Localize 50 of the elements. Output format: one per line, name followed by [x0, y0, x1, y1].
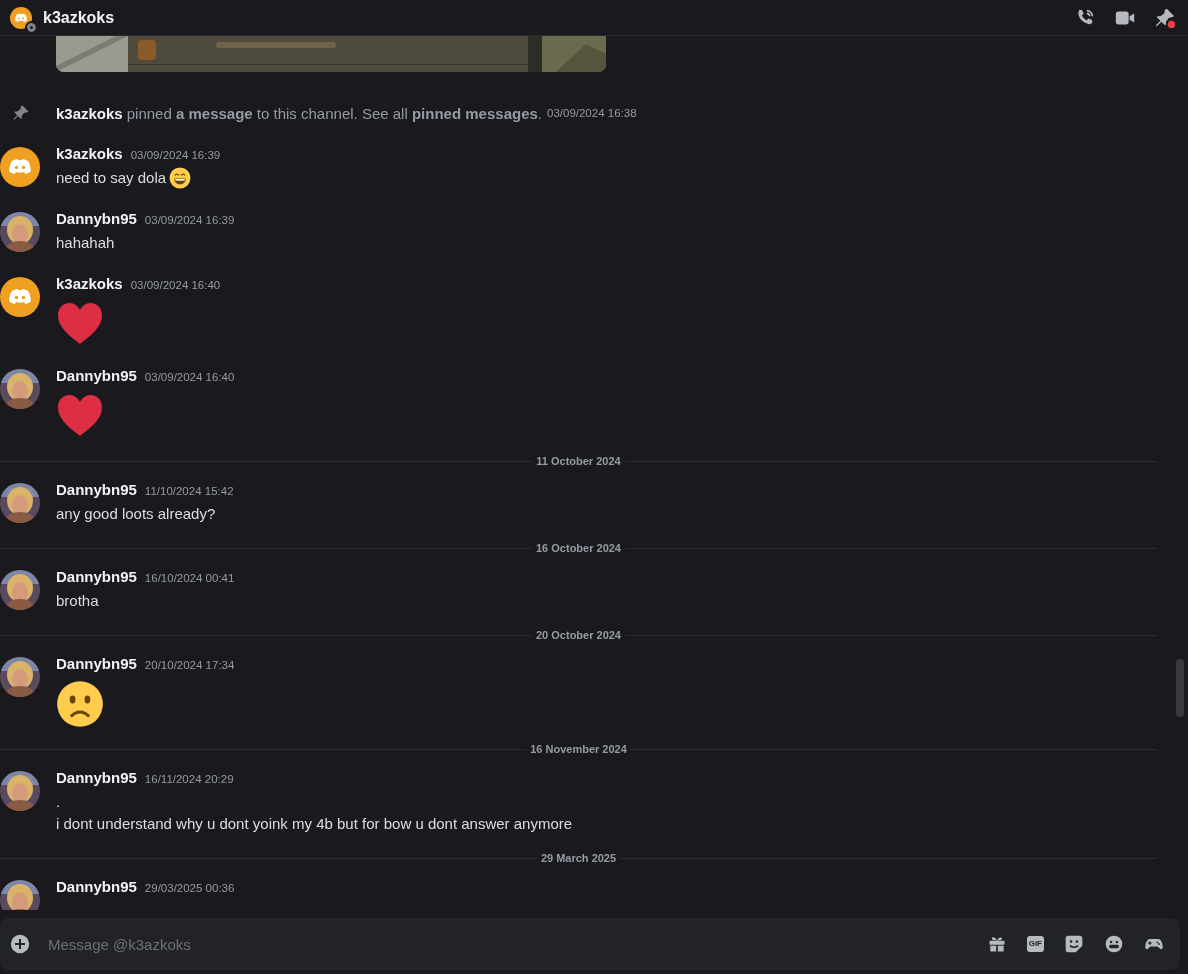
username[interactable]: Dannybn95 [56, 655, 137, 672]
pin-icon [12, 104, 30, 122]
avatar[interactable] [0, 771, 40, 811]
system-message: pinned a message to this channel. See all pinned messages. [126, 104, 542, 122]
username[interactable]: Dannybn95 [56, 481, 137, 498]
gif-button[interactable]: GIF [1026, 936, 1044, 952]
username[interactable]: k3azkoks [56, 145, 123, 162]
timestamp: 16/11/2024 20:29 [144, 773, 234, 785]
avatar[interactable] [0, 147, 40, 187]
timestamp: 03/09/2024 16:39 [130, 149, 221, 161]
username[interactable]: Dannybn95 [56, 210, 137, 227]
frowning-emoji [56, 680, 104, 728]
avatar[interactable] [0, 880, 40, 910]
avatar[interactable] [0, 570, 40, 610]
channel-title: k3azkoks [43, 8, 115, 27]
username[interactable]: Dannybn95 [56, 769, 137, 786]
sticker-icon[interactable] [1064, 934, 1084, 954]
avatar[interactable] [0, 483, 40, 523]
timestamp: 03/09/2024 16:39 [144, 214, 235, 226]
timestamp: 16/10/2024 00:41 [144, 572, 235, 584]
app-logo-icon [10, 6, 32, 29]
message-field[interactable]: Message @k3azkoks GIF [0, 918, 1180, 970]
avatar[interactable] [0, 369, 40, 409]
pin-icon[interactable] [1154, 6, 1176, 29]
message-input[interactable]: Message @k3azkoks [46, 934, 987, 954]
message-text: i dont understand why u dont yoink my 4b but for bow u dont answer anymore [56, 814, 573, 834]
avatar[interactable] [0, 212, 40, 252]
timestamp: 03/09/2024 16:40 [130, 279, 221, 291]
timestamp: 29/03/2025 00:36 [144, 882, 235, 894]
username[interactable]: Dannybn95 [56, 878, 137, 895]
scrollbar-thumb[interactable] [1176, 659, 1184, 717]
username[interactable]: Dannybn95 [56, 367, 137, 384]
message-text: need to say dola [56, 168, 167, 188]
timestamp: 03/09/2024 16:40 [144, 371, 235, 383]
avatar[interactable] [0, 277, 40, 317]
emoji-icon[interactable] [1104, 934, 1124, 954]
timestamp: 03/09/2024 16:38 [547, 107, 637, 119]
status-indicator [27, 22, 36, 32]
username[interactable]: k3azkoks [56, 275, 123, 292]
message-text: hahahah [56, 233, 115, 253]
message-text: . [56, 792, 61, 812]
message-text: any good loots already? [56, 504, 216, 524]
avatar[interactable] [0, 657, 40, 697]
timestamp: 20/10/2024 17:34 [144, 659, 235, 671]
timestamp: 11/10/2024 15:42 [144, 485, 234, 497]
username[interactable]: k3azkoks [56, 104, 123, 122]
username[interactable]: Dannybn95 [56, 568, 137, 585]
grinning-emoji [169, 167, 192, 189]
message-text: brotha [56, 591, 99, 611]
add-icon[interactable] [10, 934, 30, 954]
